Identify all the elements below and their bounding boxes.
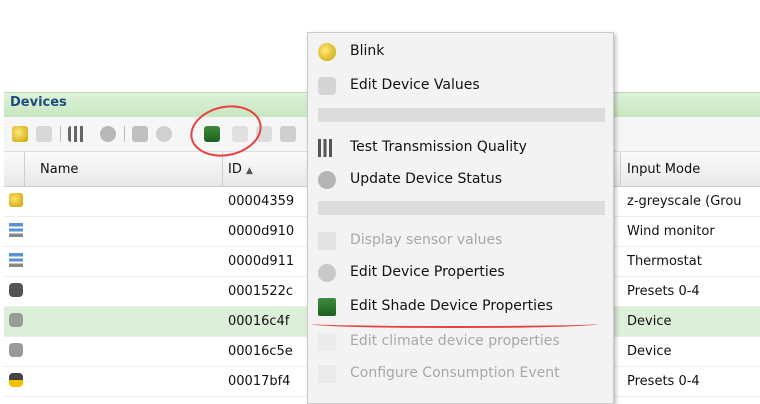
sensor-icon [318,232,336,250]
menu-item-label: Test Transmission Quality [350,139,527,155]
column-divider [620,152,621,186]
menu-item-label: Edit climate device properties [350,333,560,349]
toolbar-separator [124,126,125,142]
blink-icon[interactable] [12,126,28,142]
menu-item-display-sensor-values: Display sensor values [308,226,613,256]
light-bulb-icon [9,193,23,207]
cell-id: 00004359 [228,194,295,209]
refresh-status-icon[interactable] [100,126,116,142]
cell-input-mode: Presets 0-4 [627,374,700,389]
menu-item-update-device-status[interactable]: Update Device Status [308,165,613,195]
menu-item-label: Edit Device Properties [350,264,505,280]
device-yellow-icon [9,373,23,387]
menu-item-label: Update Device Status [350,171,503,187]
menu-item-label: Blink [350,43,385,59]
edit-values-icon[interactable] [36,126,52,142]
toolbar-separator [60,126,61,142]
more-tools-icon[interactable] [280,126,296,142]
cell-input-mode: Wind monitor [627,224,715,239]
annotation-underline [311,320,597,328]
device-grey-icon [9,313,23,327]
panel-title: Devices [10,95,67,110]
consumption-icon [318,365,336,383]
cell-id: 00016c4f [228,314,290,329]
antenna-icon [9,253,23,267]
cell-id: 00017bf4 [228,374,291,389]
menu-item-blink[interactable]: Blink [308,37,613,67]
climate-icon [318,333,336,351]
column-divider [222,152,223,186]
cell-input-mode: Device [627,344,672,359]
menu-item-edit-shade-device-properties[interactable]: Edit Shade Device Properties [308,292,613,322]
menu-item-label: Configure Consumption Event [350,365,560,381]
refresh-status-icon [318,171,336,189]
column-header-id-label: ID [228,162,242,177]
menu-item-edit-climate-device-properties: Edit climate device properties [308,327,613,357]
menu-item-label: Edit Shade Device Properties [350,298,553,314]
menu-item-configure-consumption-event: Configure Consumption Event [308,359,613,389]
gear-icon [318,264,336,282]
antenna-icon [9,223,23,237]
bulb-icon [318,43,336,61]
column-divider [24,152,25,186]
sort-ascending-icon: ▲ [246,166,253,176]
cell-input-mode: Thermostat [627,254,702,269]
gear-icon[interactable] [156,126,172,142]
device-dark-icon [9,283,23,297]
shade-gear-icon [318,298,336,316]
device-grey-icon [9,343,23,357]
menu-item-test-transmission-quality[interactable]: Test Transmission Quality [308,133,613,163]
cell-id: 0000d910 [228,224,295,239]
menu-item-edit-device-values[interactable]: Edit Device Values [308,71,613,101]
column-header-id[interactable]: ID ▲ [228,162,253,177]
menu-item-label: Edit Device Values [350,77,480,93]
sensor-icon[interactable] [132,126,148,142]
column-header-input-mode[interactable]: Input Mode [627,162,700,177]
cell-input-mode: Device [627,314,672,329]
context-menu: Blink Edit Device Values Test Transmission… [307,32,614,404]
menu-separator [318,108,605,122]
cell-id: 0001522c [228,284,294,299]
signal-bars-icon [318,139,336,157]
menu-separator [318,201,605,215]
signal-bars-icon[interactable] [68,126,88,142]
menu-item-edit-device-properties[interactable]: Edit Device Properties [308,258,613,288]
cell-id: 00016c5e [228,344,293,359]
cell-input-mode: z-greyscale (Grou [627,194,742,209]
menu-item-label: Display sensor values [350,232,503,248]
cell-input-mode: Presets 0-4 [627,284,700,299]
column-header-name[interactable]: Name [40,162,78,177]
edit-values-icon [318,77,336,95]
cell-id: 0000d911 [228,254,295,269]
